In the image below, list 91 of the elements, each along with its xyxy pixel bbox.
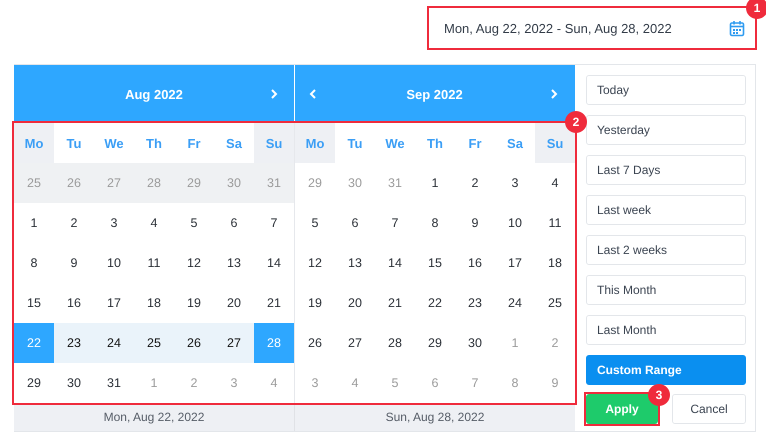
range-option[interactable]: Last 2 weeks xyxy=(586,235,746,265)
day-cell[interactable]: 27 xyxy=(335,323,375,363)
weekday-label: Sa xyxy=(506,134,524,152)
date-range-value: Mon, Aug 22, 2022 - Sun, Aug 28, 2022 xyxy=(444,20,672,36)
day-cell[interactable]: 6 xyxy=(335,203,375,243)
day-cell[interactable]: 24 xyxy=(94,323,134,363)
day-cell[interactable]: 17 xyxy=(495,243,535,283)
day-cell[interactable]: 2 xyxy=(455,163,495,203)
day-cell[interactable]: 3 xyxy=(495,163,535,203)
calendar-icon xyxy=(729,20,745,36)
range-option[interactable]: Today xyxy=(586,75,746,105)
day-cell[interactable]: 7 xyxy=(375,203,415,243)
weekday-label: Sa xyxy=(225,134,243,152)
weekday-label: Tu xyxy=(346,134,364,152)
weekday-label: Th xyxy=(145,134,163,152)
day-cell[interactable]: 3 xyxy=(94,203,134,243)
weekday-label: Su xyxy=(254,123,294,163)
day-cell[interactable]: 15 xyxy=(415,243,455,283)
day-cell[interactable]: 10 xyxy=(495,203,535,243)
range-option[interactable]: Yesterday xyxy=(586,115,746,145)
day-cell[interactable]: 29 xyxy=(14,363,54,403)
range-option[interactable]: Last 7 Days xyxy=(586,155,746,185)
selected-date-label: Mon, Aug 22, 2022 xyxy=(104,410,204,424)
day-cell[interactable]: 21 xyxy=(254,283,294,323)
day-cell[interactable]: 26 xyxy=(174,323,214,363)
day-cell[interactable]: 4 xyxy=(535,163,575,203)
day-cell[interactable]: 21 xyxy=(375,283,415,323)
day-cell[interactable]: 18 xyxy=(134,283,174,323)
day-cell[interactable]: 9 xyxy=(54,243,94,283)
month-title: Sep 2022 xyxy=(406,86,463,102)
day-cell[interactable]: 30 xyxy=(54,363,94,403)
day-cell[interactable]: 23 xyxy=(455,283,495,323)
day-cell[interactable]: 23 xyxy=(54,323,94,363)
day-cell[interactable]: 8 xyxy=(415,203,455,243)
day-cell[interactable]: 6 xyxy=(214,203,254,243)
day-cell[interactable]: 13 xyxy=(335,243,375,283)
day-cell[interactable]: 11 xyxy=(535,203,575,243)
day-cell[interactable]: 12 xyxy=(174,243,214,283)
day-cell[interactable]: 17 xyxy=(94,283,134,323)
cancel-button[interactable]: Cancel xyxy=(672,394,746,424)
day-cell[interactable]: 14 xyxy=(375,243,415,283)
weekday-label: Mo xyxy=(14,123,54,163)
day-cell[interactable]: 18 xyxy=(535,243,575,283)
day-cell[interactable]: 25 xyxy=(134,323,174,363)
day-cell[interactable]: 5 xyxy=(295,203,335,243)
day-cell[interactable]: 30 xyxy=(455,323,495,363)
day-cell[interactable]: 19 xyxy=(174,283,214,323)
day-cell[interactable]: 8 xyxy=(14,243,54,283)
day-cell[interactable]: 22 xyxy=(415,283,455,323)
day-cell[interactable]: 5 xyxy=(174,203,214,243)
weekday-label: Fr xyxy=(186,134,202,152)
next-month-icon[interactable] xyxy=(550,89,558,99)
day-cell[interactable]: 9 xyxy=(455,203,495,243)
day-cell[interactable]: 1 xyxy=(415,163,455,203)
day-cell[interactable]: 15 xyxy=(14,283,54,323)
day-cell[interactable]: 24 xyxy=(495,283,535,323)
day-cell[interactable]: 12 xyxy=(295,243,335,283)
day-cell[interactable]: 16 xyxy=(455,243,495,283)
day-cell[interactable]: 19 xyxy=(295,283,335,323)
weekday-label: We xyxy=(103,134,125,152)
day-cell[interactable]: 13 xyxy=(214,243,254,283)
weekday-label: Tu xyxy=(66,134,82,152)
annotation-badge: 3 xyxy=(648,384,670,406)
weekday-label: Mo xyxy=(295,123,335,163)
day-cell[interactable]: 26 xyxy=(295,323,335,363)
day-cell[interactable]: 29 xyxy=(415,323,455,363)
day-cell[interactable]: 25 xyxy=(535,283,575,323)
range-option[interactable]: Last week xyxy=(586,195,746,225)
day-cell[interactable]: 27 xyxy=(214,323,254,363)
previous-month-icon[interactable] xyxy=(309,89,317,99)
day-cell[interactable]: 7 xyxy=(254,203,294,243)
selected-date-label: Sun, Aug 28, 2022 xyxy=(386,410,484,424)
day-cell[interactable]: 11 xyxy=(134,243,174,283)
weekday-label: Th xyxy=(426,134,444,152)
next-month-icon[interactable] xyxy=(270,89,278,99)
day-cell[interactable]: 1 xyxy=(14,203,54,243)
month-title: Aug 2022 xyxy=(125,86,183,102)
day-cell[interactable]: 4 xyxy=(134,203,174,243)
weekday-label: We xyxy=(384,134,406,152)
annotation-badge: 1 xyxy=(746,0,766,19)
day-cell[interactable]: 10 xyxy=(94,243,134,283)
day-cell[interactable]: 28 xyxy=(375,323,415,363)
day-cell[interactable]: 20 xyxy=(335,283,375,323)
range-option[interactable]: This Month xyxy=(586,275,746,305)
day-cell[interactable]: 16 xyxy=(54,283,94,323)
day-cell[interactable]: 31 xyxy=(94,363,134,403)
day-cell[interactable]: 20 xyxy=(214,283,254,323)
day-cell[interactable]: 2 xyxy=(54,203,94,243)
weekday-label: Fr xyxy=(468,134,482,152)
range-option[interactable]: Last Month xyxy=(586,315,746,345)
day-cell[interactable]: 14 xyxy=(254,243,294,283)
